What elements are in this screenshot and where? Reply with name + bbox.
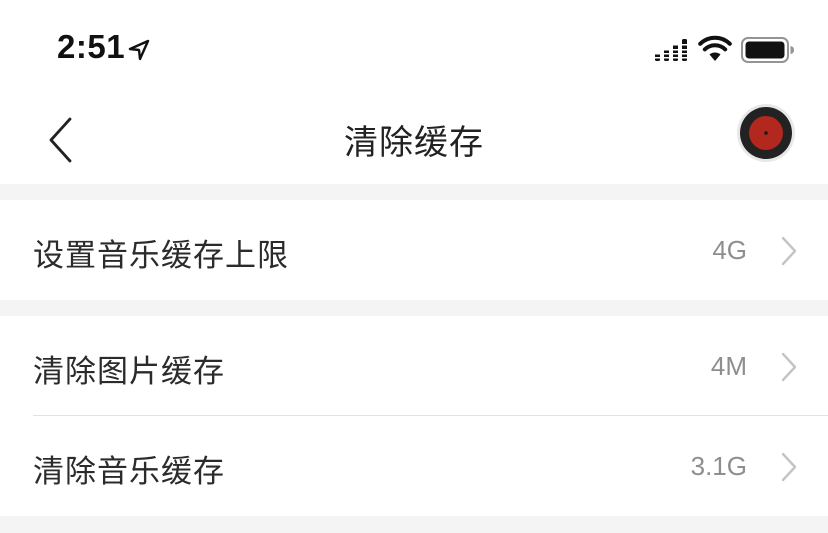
clear-music-row[interactable]: 清除音乐缓存 3.1G [0, 416, 828, 516]
clear-images-label: 清除图片缓存 [33, 354, 225, 390]
page-title: 清除缓存 [344, 123, 484, 163]
location-arrow-icon [128, 39, 150, 61]
cache-limit-value: 4G [712, 235, 747, 265]
clear-images-value: 4M [710, 351, 747, 381]
signal-icon [655, 39, 687, 61]
battery-icon [741, 37, 794, 63]
clear-cache-screen: 2:51 清除缓存 设置音乐缓存上限 4G 清除图片缓存 4M 清除音乐缓存 3… [0, 0, 828, 533]
clear-cache-group: 清除图片缓存 4M 清除音乐缓存 3.1G [0, 316, 828, 516]
chevron-right-icon [781, 236, 797, 266]
playing-disc-icon[interactable] [736, 103, 796, 163]
wifi-icon [698, 35, 732, 61]
status-time: 2:51 [57, 28, 126, 65]
cache-limit-group: 设置音乐缓存上限 4G [0, 200, 828, 300]
cache-limit-row[interactable]: 设置音乐缓存上限 4G [0, 200, 828, 300]
cache-limit-label: 设置音乐缓存上限 [33, 238, 289, 274]
clear-music-label: 清除音乐缓存 [33, 454, 225, 490]
header: 2:51 清除缓存 [0, 0, 828, 184]
clear-images-row[interactable]: 清除图片缓存 4M [0, 316, 828, 416]
clear-music-value: 3.1G [690, 451, 747, 481]
chevron-right-icon [781, 352, 797, 382]
chevron-right-icon [781, 452, 797, 482]
